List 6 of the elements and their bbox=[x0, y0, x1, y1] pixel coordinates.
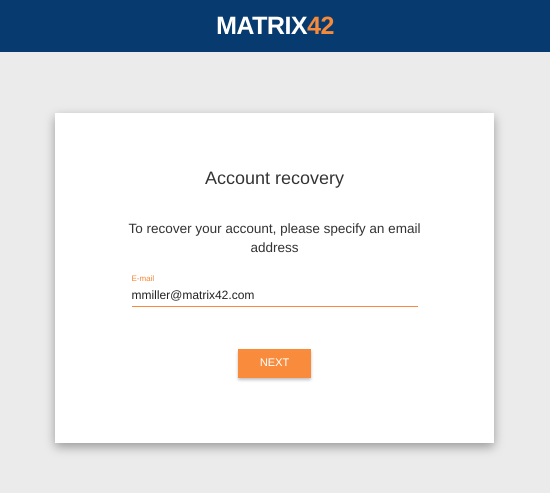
card-title: Account recovery bbox=[204, 167, 344, 190]
logo-number: 42 bbox=[307, 14, 334, 38]
logo-wordmark: MATRIX bbox=[216, 14, 308, 38]
description-text: To recover your account, please specify an email address bbox=[128, 220, 422, 257]
email-field[interactable]: mmiller@matrix42.com bbox=[132, 287, 418, 307]
email-label: E-mail bbox=[132, 274, 156, 284]
